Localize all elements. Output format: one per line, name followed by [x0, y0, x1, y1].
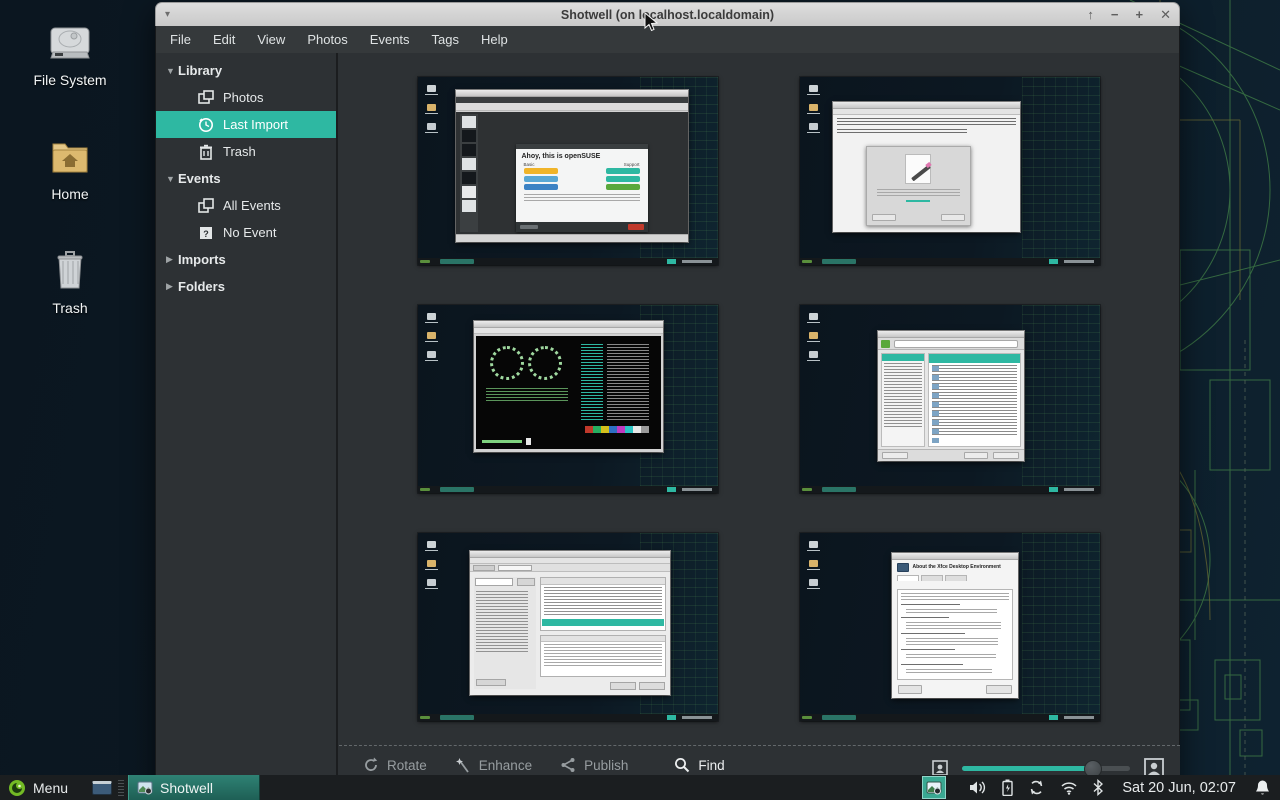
no-event-icon: ?: [198, 225, 214, 241]
svg-text:?: ?: [203, 229, 209, 239]
sidebar-item-photos[interactable]: Photos: [156, 84, 336, 111]
photo-thumbnail-3[interactable]: [418, 305, 718, 493]
applications-menu-button[interactable]: Menu: [0, 775, 78, 800]
minimize-button[interactable]: −: [1111, 4, 1119, 26]
sidebar-section-library[interactable]: ▼ Library: [156, 57, 336, 84]
mini-welcome-heading: Ahoy, this is openSUSE: [516, 149, 648, 162]
mini-image-viewer-window: Ahoy, this is openSUSE Basic: [456, 90, 688, 242]
menu-view[interactable]: View: [246, 28, 296, 51]
window-title: Shotwell (on localhost.localdomain): [156, 8, 1179, 22]
trash-can-icon: [47, 250, 93, 292]
menu-tags[interactable]: Tags: [421, 28, 470, 51]
close-button[interactable]: ✕: [1160, 4, 1171, 26]
panel-clock[interactable]: Sat 20 Jun, 02:07: [1118, 780, 1240, 796]
mini-yast-window: [470, 551, 670, 695]
find-button[interactable]: Find: [660, 755, 738, 775]
last-import-clock-icon: [198, 117, 214, 133]
opensuse-logo-icon: [8, 779, 26, 797]
show-desktop-button[interactable]: [92, 781, 112, 795]
enhance-wand-icon: [455, 757, 471, 773]
desktop-icon-list: File System Home Trash: [8, 22, 132, 316]
sidebar-item-trash[interactable]: Trash: [156, 138, 336, 165]
photos-icon: [198, 90, 214, 106]
trash-icon: [198, 144, 214, 160]
window-titlebar[interactable]: ▾ Shotwell (on localhost.localdomain) ↑ …: [155, 2, 1180, 26]
photo-thumbnail-2[interactable]: [800, 77, 1100, 265]
expander-right-icon[interactable]: ▶: [166, 281, 178, 292]
expander-down-icon[interactable]: ▼: [166, 66, 178, 76]
sidebar-item-no-event[interactable]: ? No Event: [156, 219, 336, 246]
battery-icon[interactable]: [1002, 779, 1013, 796]
desktop-icon-home[interactable]: Home: [8, 136, 132, 202]
expander-right-icon[interactable]: ▶: [166, 254, 178, 265]
shade-button[interactable]: ↑: [1087, 4, 1094, 26]
panel-grip: [118, 780, 124, 796]
notification-bell-icon[interactable]: [1255, 779, 1270, 796]
photo-grid-area: Ahoy, this is openSUSE Basic: [338, 53, 1179, 798]
maximize-button[interactable]: +: [1136, 4, 1144, 26]
menu-bar: File Edit View Photos Events Tags Help: [155, 26, 1180, 53]
shotwell-window: ▾ Shotwell (on localhost.localdomain) ↑ …: [155, 2, 1180, 798]
menu-help[interactable]: Help: [470, 28, 519, 51]
shotwell-tray-icon[interactable]: [922, 776, 946, 799]
system-tray: Sat 20 Jun, 02:07: [922, 776, 1280, 799]
shotwell-task-icon: [137, 781, 153, 795]
menu-file[interactable]: File: [159, 28, 202, 51]
hard-drive-icon: [47, 22, 93, 64]
sidebar-section-events[interactable]: ▼ Events: [156, 165, 336, 192]
expander-down-icon[interactable]: ▼: [166, 174, 178, 184]
photo-thumbnail-6[interactable]: About the Xfce Desktop Environment: [800, 533, 1100, 721]
taskbar-task-shotwell[interactable]: Shotwell: [128, 775, 260, 800]
desktop-icon-label: File System: [33, 72, 106, 88]
mini-about-heading: About the Xfce Desktop Environment: [913, 565, 1001, 571]
publish-button[interactable]: Publish: [546, 755, 642, 775]
sidebar-section-folders[interactable]: ▶ Folders: [156, 273, 336, 300]
desktop-icon-filesystem[interactable]: File System: [8, 22, 132, 88]
home-folder-icon: [47, 136, 93, 178]
photo-thumbnail-5[interactable]: [418, 533, 718, 721]
wifi-icon[interactable]: [1060, 781, 1078, 795]
bluetooth-icon[interactable]: [1093, 779, 1103, 796]
menu-edit[interactable]: Edit: [202, 28, 246, 51]
mini-mousepad-window: [833, 102, 1020, 232]
mini-terminal-window: [474, 321, 663, 452]
photo-thumbnail-4[interactable]: [800, 305, 1100, 493]
enhance-button[interactable]: Enhance: [441, 755, 546, 775]
volume-icon[interactable]: [969, 780, 987, 795]
sidebar-item-last-import[interactable]: Last Import: [156, 111, 336, 138]
rotate-icon: [363, 757, 379, 773]
desktop-icon-label: Home: [51, 186, 88, 202]
desktop-icon-label: Trash: [52, 300, 87, 316]
mini-about-xfce-window: About the Xfce Desktop Environment: [892, 553, 1018, 698]
publish-share-icon: [560, 757, 576, 773]
sidebar-item-all-events[interactable]: All Events: [156, 192, 336, 219]
sync-icon[interactable]: [1028, 779, 1045, 796]
photo-thumbnail-1[interactable]: Ahoy, this is openSUSE Basic: [418, 77, 718, 265]
xfce-panel: Menu Shotwell: [0, 775, 1280, 800]
thumbnail-size-slider[interactable]: [962, 766, 1130, 771]
find-magnifier-icon: [674, 757, 690, 773]
library-sidebar: ▼ Library Photos Last Import: [156, 53, 338, 798]
menu-photos[interactable]: Photos: [296, 28, 358, 51]
all-events-icon: [198, 198, 214, 214]
rotate-button[interactable]: Rotate: [349, 755, 441, 775]
sidebar-section-imports[interactable]: ▶ Imports: [156, 246, 336, 273]
menu-events[interactable]: Events: [359, 28, 421, 51]
mini-app-finder-window: [878, 331, 1024, 461]
desktop-icon-trash[interactable]: Trash: [8, 250, 132, 316]
